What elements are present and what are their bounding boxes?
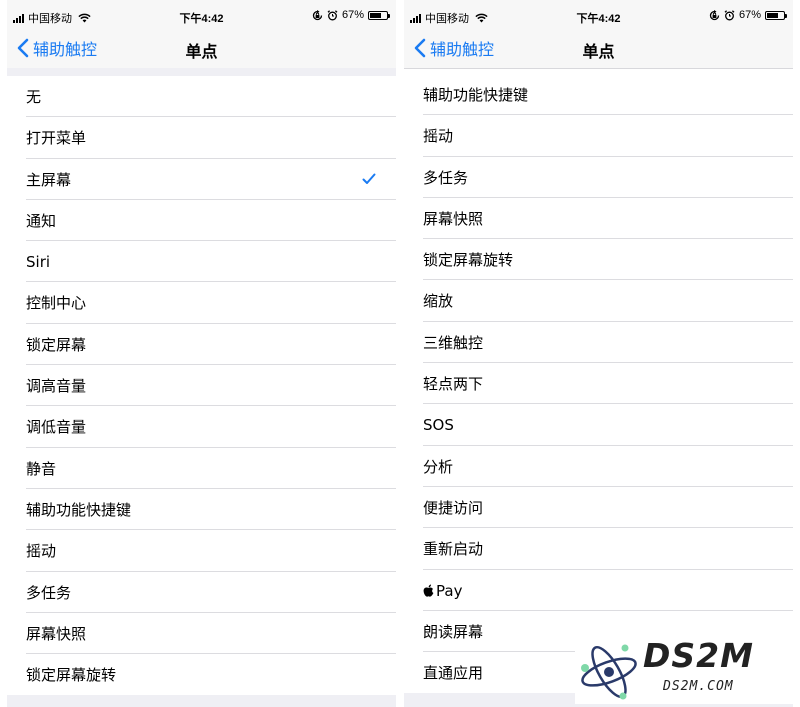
list-item-label: 多任务 <box>26 583 72 602</box>
list-item-label: 分析 <box>423 457 454 476</box>
list-item-label: 静音 <box>26 459 57 478</box>
battery-percent: 67% <box>738 9 761 21</box>
list-item-label: 锁定屏幕旋转 <box>423 251 514 270</box>
list-item-label: 锁定屏幕旋转 <box>26 666 117 685</box>
alarm-icon <box>724 9 735 20</box>
list-item[interactable]: 静音 <box>7 448 396 489</box>
list-item[interactable]: 重新启动 <box>404 528 793 570</box>
list-item[interactable]: 通知 <box>7 200 396 242</box>
list-item[interactable]: 轻点两下 <box>404 363 793 405</box>
list-item-label: 三维触控 <box>423 333 484 352</box>
list-item-label: 多任务 <box>423 168 469 187</box>
atom-logo-icon <box>581 644 637 700</box>
list-item-label: 朗读屏幕 <box>423 622 484 641</box>
checkmark-icon <box>362 173 376 184</box>
battery-fill <box>767 12 778 18</box>
apple-logo-icon <box>423 584 434 597</box>
list-item-label: 缩放 <box>423 292 454 311</box>
orientation-lock-icon <box>312 9 323 20</box>
list-item[interactable]: 屏幕快照 <box>7 613 396 655</box>
status-bar: 中国移动 下午4:42 67% <box>7 0 396 32</box>
battery-percent: 67% <box>341 9 364 21</box>
list-item-label: 打开菜单 <box>26 129 87 148</box>
list-item[interactable]: 打开菜单 <box>7 117 396 159</box>
list-item-label: Siri <box>26 253 51 272</box>
phone-screen-right: 中国移动 下午4:42 67% 辅助触控 单点 辅助功能快捷键 摇动 多任务 屏… <box>404 0 793 707</box>
nav-bar: 辅助触控 单点 <box>404 32 793 68</box>
watermark: DS2M DS2M.COM <box>575 636 795 704</box>
list-item[interactable]: 辅助功能快捷键 <box>7 489 396 531</box>
list-item[interactable]: 调高音量 <box>7 365 396 407</box>
options-list-left: 无打开菜单主屏幕通知 Siri 控制中心锁定屏幕调高音量调低音量静音辅助功能快捷键摇… <box>7 68 396 707</box>
list-item-label: 无 <box>26 88 42 106</box>
list-item[interactable]: 分析 <box>404 446 793 487</box>
list-item-label: 调高音量 <box>26 377 87 396</box>
list-item-label: 辅助功能快捷键 <box>26 500 132 519</box>
list-item-label: 通知 <box>26 211 57 230</box>
list-item-label: 摇动 <box>26 542 57 561</box>
list-item[interactable]: 摇动 <box>7 530 396 572</box>
list-item[interactable]: 摇动 <box>404 115 793 157</box>
options-list-items: 辅助功能快捷键 摇动多任务屏幕快照锁定屏幕旋转 缩放三维触控轻点两下 SOS 分析便捷访… <box>404 74 793 693</box>
battery-fill <box>370 12 381 18</box>
battery-icon <box>765 10 787 20</box>
list-item-label: 控制中心 <box>26 294 87 313</box>
page-title: 单点 <box>582 42 615 61</box>
list-item-label: 锁定屏幕 <box>26 335 87 354</box>
watermark-brand: DS2M <box>643 636 754 675</box>
options-list-right: 辅助功能快捷键 摇动多任务屏幕快照锁定屏幕旋转 缩放三维触控轻点两下 SOS 分析便捷访… <box>404 68 793 707</box>
status-right: 67% <box>312 9 390 21</box>
list-item[interactable]: 便捷访问 <box>404 487 793 529</box>
list-item-label: 辅助功能快捷键 <box>423 86 529 104</box>
list-item[interactable]: 多任务 <box>404 157 793 198</box>
status-bar: 中国移动 下午4:42 67% <box>404 0 793 32</box>
watermark-url: DS2M.COM <box>663 679 734 694</box>
list-item[interactable]: 辅助功能快捷键 <box>404 74 793 116</box>
battery-icon <box>368 10 390 20</box>
list-item-label: Pay <box>423 581 462 601</box>
list-item[interactable]: 主屏幕 <box>7 159 396 200</box>
list-item-label: 重新启动 <box>423 540 484 559</box>
list-item[interactable]: 三维触控 <box>404 322 793 364</box>
list-item-label: 屏幕快照 <box>423 209 484 228</box>
list-item-text: Pay <box>436 581 463 600</box>
list-item[interactable]: 锁定屏幕旋转 <box>7 654 396 695</box>
list-item-label: 摇动 <box>423 127 454 146</box>
alarm-icon <box>327 9 338 20</box>
list-item[interactable]: 锁定屏幕 <box>7 324 396 366</box>
list-item[interactable]: 屏幕快照 <box>404 198 793 240</box>
status-right: 67% <box>709 9 787 21</box>
options-list-items: 无打开菜单主屏幕通知 Siri 控制中心锁定屏幕调高音量调低音量静音辅助功能快捷键摇… <box>7 76 396 696</box>
list-item[interactable]: 锁定屏幕旋转 <box>404 239 793 281</box>
list-item-label: 便捷访问 <box>423 498 484 517</box>
list-item[interactable]: 多任务 <box>7 572 396 613</box>
list-item-label: SOS <box>423 416 454 435</box>
list-item[interactable]: 控制中心 <box>7 282 396 324</box>
list-item[interactable]: 调低音量 <box>7 406 396 448</box>
list-item-label: 轻点两下 <box>423 375 484 394</box>
list-item-label: 主屏幕 <box>26 170 72 189</box>
list-item-label: 直通应用 <box>423 664 484 683</box>
list-item[interactable]: SOS <box>404 404 793 446</box>
list-item[interactable]: 无 <box>7 76 396 118</box>
list-item[interactable]: 缩放 <box>404 280 793 322</box>
list-item[interactable]: Pay <box>404 570 793 611</box>
list-item[interactable]: Siri <box>7 241 396 283</box>
phone-screen-left: 中国移动 下午4:42 67% 辅助触控 单点 无 打开菜单 主屏幕 通知 Si… <box>7 0 396 707</box>
list-item-label: 屏幕快照 <box>26 624 87 643</box>
nav-bar: 辅助触控 单点 <box>7 32 396 68</box>
page-title: 单点 <box>185 42 218 61</box>
orientation-lock-icon <box>709 9 720 20</box>
list-item-label: 调低音量 <box>26 418 87 437</box>
